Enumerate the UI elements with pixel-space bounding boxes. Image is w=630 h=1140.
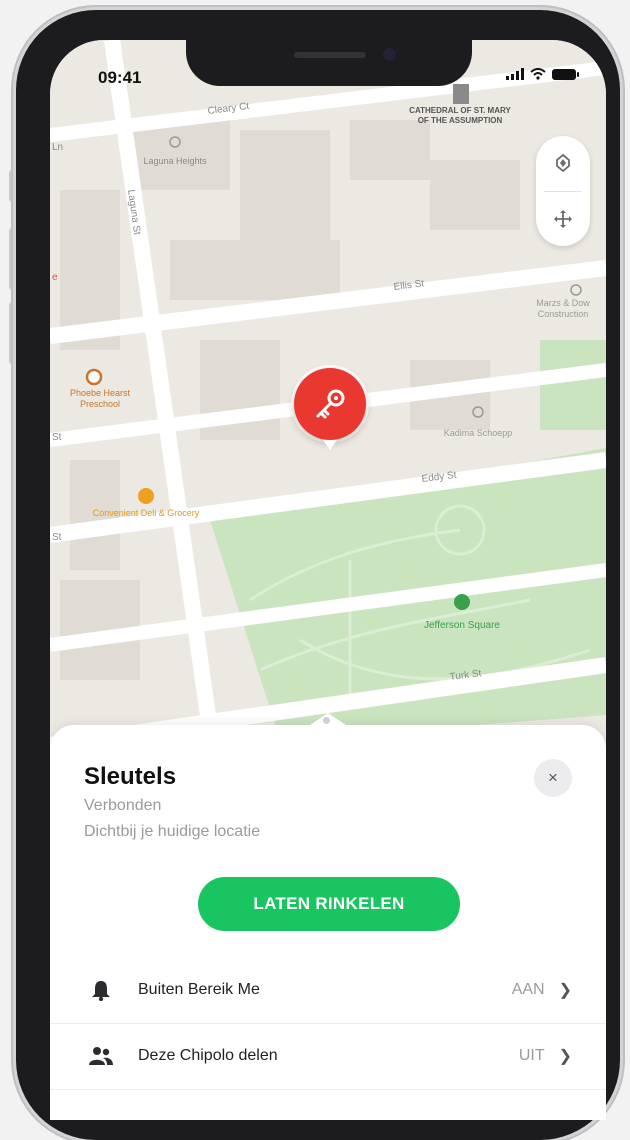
app-screen: Cleary Ct Laguna St Ellis St Eddy St Tur…: [50, 40, 606, 1120]
settings-row-share[interactable]: Deze Chipolo delen UIT ❯: [50, 1023, 606, 1090]
place-label-deli: Convenient Deli & Grocery: [92, 508, 200, 518]
signal-icon: [506, 68, 524, 80]
bell-icon: [84, 979, 118, 1001]
map-controls: [536, 136, 590, 246]
settings-row-value: AAN: [511, 981, 545, 998]
place-label-laguna-heights: Laguna Heights: [143, 156, 207, 166]
street-label-partial-st-1: St: [52, 432, 62, 443]
front-camera: [383, 48, 396, 61]
place-label-jefferson: Jefferson Square: [424, 620, 500, 631]
chevron-right-icon: ❯: [558, 1048, 572, 1065]
compass-icon: [556, 153, 570, 173]
settings-row-value: UIT: [518, 1047, 545, 1064]
close-icon: ×: [548, 768, 558, 787]
place-marker-preschool: [85, 368, 103, 386]
ring-button[interactable]: LATEN RINKELEN: [198, 877, 460, 931]
place-label-cathedral: CATHEDRAL OF ST. MARY OF THE ASSUMPTION: [409, 106, 511, 125]
status-time: 09:41: [98, 68, 142, 87]
street-label-partial-ln: Ln: [52, 142, 63, 153]
people-icon: [84, 1046, 118, 1066]
chevron-right-icon: ❯: [558, 982, 572, 999]
close-button[interactable]: ×: [534, 759, 572, 797]
place-label-kadima: Kadima Schoepp: [444, 428, 513, 438]
settings-row-label: Deze Chipolo delen: [138, 1047, 278, 1064]
recenter-button[interactable]: [536, 136, 590, 190]
tree-icon: [454, 594, 470, 610]
move-arrows-icon: [554, 210, 572, 228]
item-location-pin[interactable]: [294, 368, 366, 450]
place-label-preschool: Phoebe Hearst Preschool: [69, 388, 131, 409]
battery-icon: [552, 68, 579, 80]
key-icon: [316, 389, 345, 419]
street-label-partial-st-2: St: [52, 532, 62, 543]
move-button[interactable]: [536, 192, 590, 246]
wifi-icon: [530, 68, 546, 80]
street-label-partial-e: e: [52, 272, 58, 283]
phone-notch: [186, 40, 472, 86]
sheet-handle[interactable]: [323, 717, 330, 724]
speaker-grille: [294, 52, 366, 58]
item-name: Sleutels: [84, 763, 177, 790]
location-status: Dichtbij je huidige locatie: [84, 823, 261, 840]
settings-row-out-of-range[interactable]: Buiten Bereik Me AAN ❯: [50, 957, 606, 1024]
place-label-marzs: Marzs & Dow Construction: [536, 298, 590, 319]
connection-status: Verbonden: [84, 797, 162, 814]
settings-row-label: Buiten Bereik Me: [138, 981, 260, 998]
place-marker-deli: [138, 488, 154, 504]
status-icons: [506, 68, 579, 80]
item-detail-sheet: Sleutels Verbonden Dichtbij je huidige l…: [50, 713, 606, 1120]
